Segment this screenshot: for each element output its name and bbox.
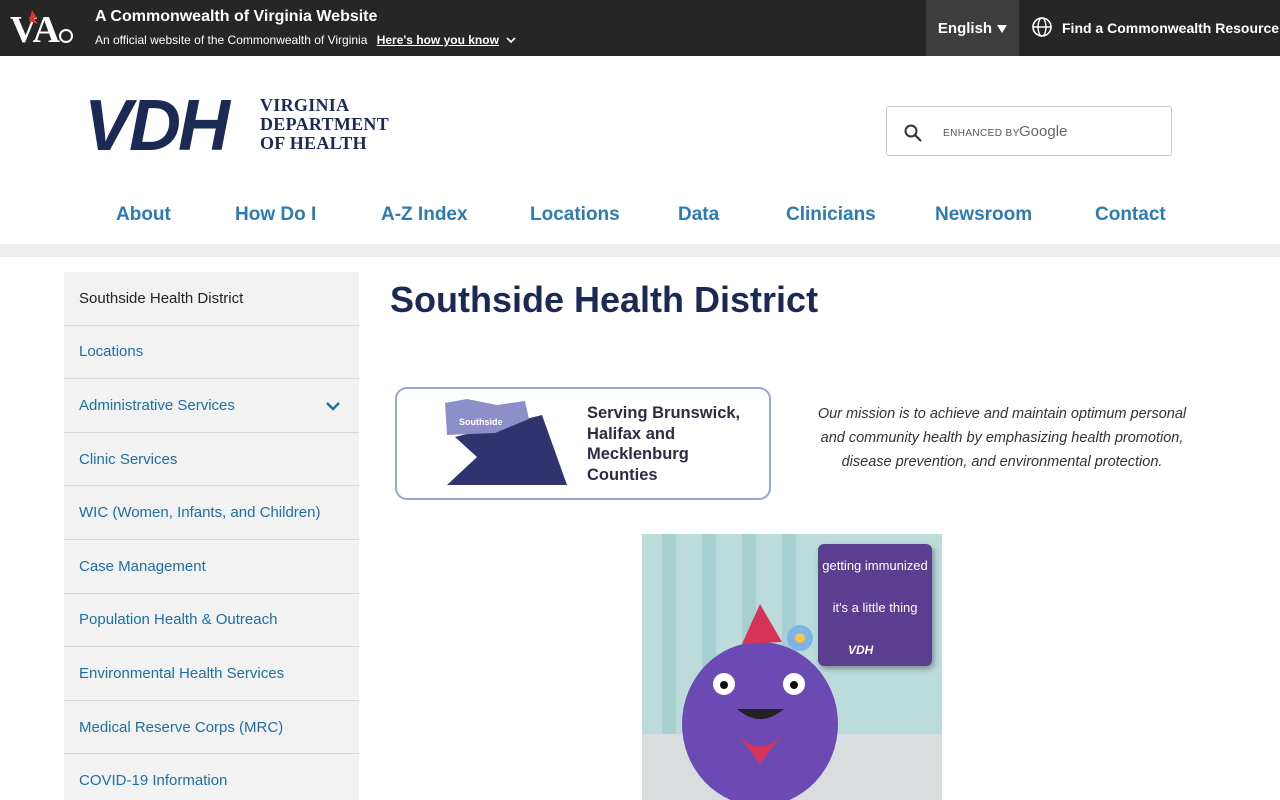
vdh-logo-line3: OF HEALTH — [260, 133, 367, 153]
commonwealth-subtitle-text: An official website of the Commonwealth … — [95, 33, 368, 47]
serving-counties-image: Southside Serving Brunswick, Halifax and… — [395, 387, 771, 500]
main-nav: About How Do I A-Z Index Locations Data … — [0, 204, 1280, 238]
vdh-logo-line2: DEPARTMENT — [260, 114, 390, 134]
promo-line-1: getting immunized — [822, 558, 928, 573]
sidebar: Southside Health District Locations Admi… — [64, 272, 359, 800]
caret-down-icon — [997, 20, 1008, 37]
serving-text: Serving Brunswick, Halifax and Mecklenbu… — [587, 403, 740, 485]
sidebar-item-label: Administrative Services — [79, 396, 235, 414]
find-resource-button[interactable]: Find a Commonwealth Resource — [1019, 0, 1280, 56]
virginia-map-icon: Southside — [445, 399, 567, 485]
nav-item-how-do-i[interactable]: How Do I — [235, 204, 316, 226]
nav-item-clinicians[interactable]: Clinicians — [786, 204, 876, 226]
nav-item-data[interactable]: Data — [678, 204, 719, 226]
language-label: English — [937, 19, 993, 37]
how-you-know-link[interactable]: Here's how you know — [377, 33, 499, 47]
nav-item-locations[interactable]: Locations — [530, 204, 620, 226]
promo-vdh-logo: VDH — [848, 643, 874, 657]
sidebar-item-clinic-services[interactable]: Clinic Services — [64, 433, 359, 487]
chevron-down-icon[interactable] — [506, 33, 516, 47]
globe-icon — [1031, 16, 1053, 41]
sidebar-item-administrative-services[interactable]: Administrative Services — [64, 379, 359, 433]
vdh-logo[interactable]: VDH VIRGINIA DEPARTMENT OF HEALTH — [84, 90, 389, 162]
vdh-logo-name: VIRGINIA DEPARTMENT OF HEALTH — [260, 96, 389, 153]
search-icon[interactable] — [904, 124, 922, 147]
page-title: Southside Health District — [390, 279, 819, 320]
serving-line-3: Mecklenburg — [587, 445, 689, 463]
svg-text:VA: VA — [10, 9, 61, 48]
commonwealth-title: A Commonwealth of Virginia Website — [95, 8, 378, 25]
serving-line-2: Halifax and — [587, 424, 676, 443]
nav-item-contact[interactable]: Contact — [1095, 204, 1166, 226]
chevron-down-icon[interactable] — [325, 398, 341, 415]
sidebar-item-covid-19[interactable]: COVID-19 Information — [64, 754, 359, 800]
sidebar-item-population-health[interactable]: Population Health & Outreach — [64, 594, 359, 648]
serving-line-1: Serving Brunswick, — [587, 404, 741, 422]
promo-line-2: it's a little thing — [832, 600, 918, 615]
sidebar-item-medical-reserve-corps[interactable]: Medical Reserve Corps (MRC) — [64, 701, 359, 755]
find-resource-label: Find a Commonwealth Resource — [1062, 20, 1280, 36]
nav-item-newsroom[interactable]: Newsroom — [935, 204, 1032, 226]
vdh-logo-letters: VDH — [84, 86, 230, 166]
sidebar-item-environmental-health[interactable]: Environmental Health Services — [64, 647, 359, 701]
mission-statement: Our mission is to achieve and maintain o… — [817, 406, 1187, 470]
search-google-label: Google — [1019, 123, 1068, 140]
map-label-southside: Southside — [459, 417, 503, 427]
vdh-logo-line1: VIRGINIA — [260, 95, 350, 115]
serving-line-4: Counties — [587, 465, 658, 484]
virginia-logo[interactable]: VA — [10, 6, 80, 48]
language-selector[interactable]: English — [926, 0, 1019, 56]
sidebar-item-case-management[interactable]: Case Management — [64, 540, 359, 594]
sidebar-item-wic[interactable]: WIC (Women, Infants, and Children) — [64, 486, 359, 540]
sidebar-item-locations[interactable]: Locations — [64, 326, 359, 380]
search-input[interactable]: ENHANCED BY Google — [886, 106, 1172, 156]
nav-item-about[interactable]: About — [116, 204, 171, 226]
nav-item-a-z-index[interactable]: A-Z Index — [381, 204, 468, 226]
commonwealth-bar: VA A Commonwealth of Virginia Website An… — [0, 0, 1280, 56]
nav-divider — [0, 244, 1280, 257]
search-enhanced-label: ENHANCED BY — [943, 128, 1020, 139]
promo-card: getting immunized it's a little thing VD… — [818, 544, 932, 666]
sidebar-item-southside-health-district[interactable]: Southside Health District — [64, 272, 359, 326]
immunization-promo-image[interactable]: getting immunized it's a little thing VD… — [642, 534, 942, 800]
commonwealth-subtitle: An official website of the Commonwealth … — [95, 33, 516, 47]
